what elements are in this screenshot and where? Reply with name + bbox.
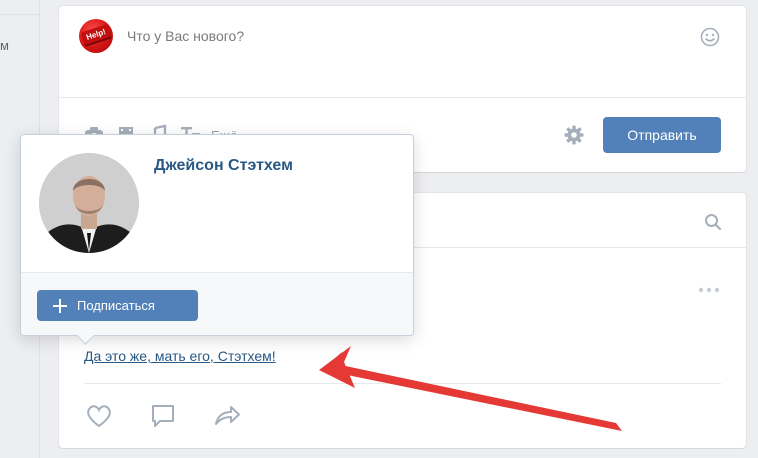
avatar-help-badge: Help! [80,23,112,46]
plus-icon [53,298,67,313]
post-divider [84,383,721,384]
sidebar-divider [0,14,40,15]
subscribe-label: Подписаться [77,298,155,313]
send-button[interactable]: Отправить [603,117,721,153]
avatar[interactable]: Help! [79,19,113,53]
heart-icon[interactable] [84,401,114,431]
comment-icon[interactable] [148,401,178,431]
more-dots-icon[interactable] [698,287,720,293]
smile-icon[interactable] [700,27,720,47]
post-text-link[interactable]: Да это же, мать его, Стэтхем! [84,348,276,364]
search-icon[interactable] [704,213,722,231]
profile-popup: Джейсон Стэтхем Подписаться [20,134,414,336]
profile-photo[interactable] [39,153,139,253]
composer-placeholder[interactable]: Что у Вас нового? [127,28,244,44]
post-actions [84,401,242,431]
profile-photo-image [39,153,139,253]
subscribe-button[interactable]: Подписаться [37,290,198,321]
sidebar-cut-text: м [0,38,9,53]
gear-icon[interactable] [563,124,585,146]
profile-name[interactable]: Джейсон Стэтхем [154,157,293,175]
popup-footer: Подписаться [21,272,413,335]
composer-divider [59,97,746,98]
share-icon[interactable] [212,401,242,431]
